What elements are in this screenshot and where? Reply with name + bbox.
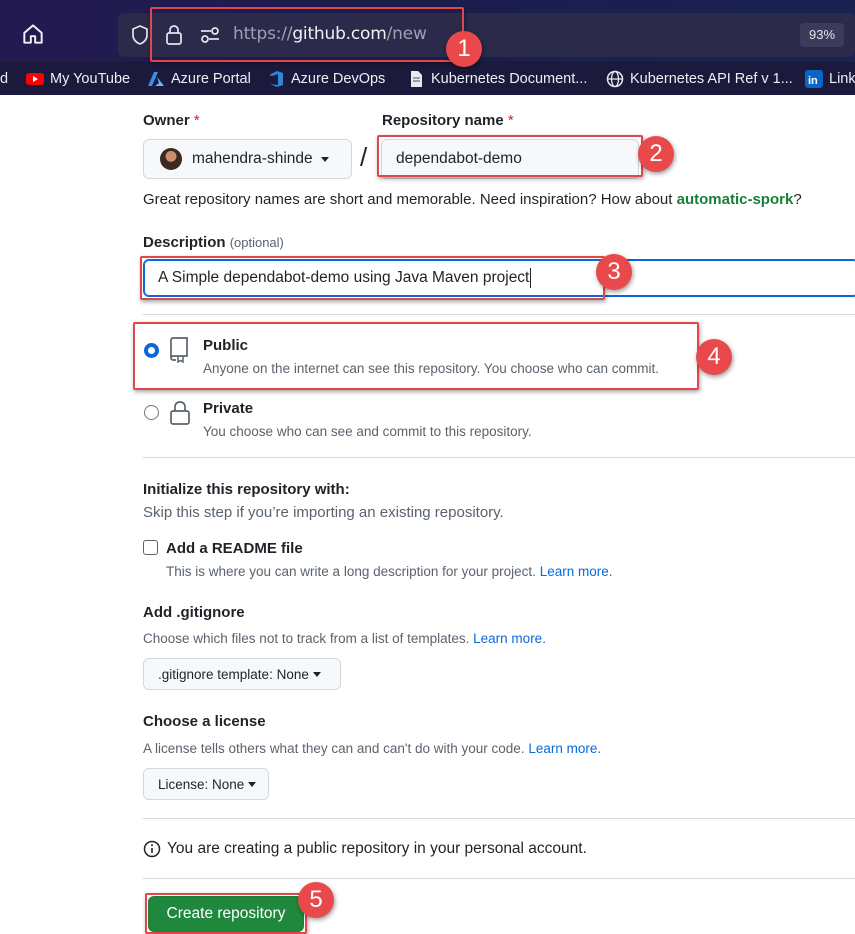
bookmark-label: Azure Portal (171, 71, 251, 87)
license-select[interactable]: License: None (143, 768, 269, 800)
zoom-level-badge[interactable]: 93% (800, 23, 844, 47)
caret-down-icon (312, 671, 321, 677)
annotation-highlight-description (140, 256, 605, 300)
gitignore-description: Choose which files not to track from a l… (143, 631, 546, 646)
repository-name-label-text: Repository name (382, 112, 504, 129)
bookmark-my-youtube[interactable]: My YouTube (26, 69, 130, 89)
bookmark-linkedin[interactable]: in Link (805, 69, 855, 89)
azure-icon (148, 72, 164, 86)
annotation-step-1: 1 (446, 31, 482, 67)
bookmark-label: Azure DevOps (291, 71, 386, 87)
bookmark-azure-portal[interactable]: Azure Portal (147, 69, 251, 89)
lock-icon (170, 401, 190, 425)
visibility-info-text: You are creating a public repository in … (167, 840, 587, 857)
required-mark: * (193, 112, 200, 129)
bookmark-kubernetes-docs[interactable]: Kubernetes Document... (407, 69, 587, 89)
divider (143, 818, 855, 819)
avatar (160, 148, 182, 170)
gitignore-learn-more-link[interactable]: Learn more. (473, 631, 546, 646)
caret-down-icon (320, 156, 329, 162)
repository-name-hint: Great repository names are short and mem… (143, 191, 802, 208)
bookmarks-bar: d My YouTube Azure Portal Azure DevOps K… (0, 62, 855, 95)
azure-devops-icon (269, 71, 283, 87)
private-description: You choose who can see and commit to thi… (203, 424, 532, 439)
readme-learn-more-link[interactable]: Learn more. (540, 564, 613, 579)
add-readme-label[interactable]: Add a README file (166, 540, 303, 557)
bookmark-azure-devops[interactable]: Azure DevOps (267, 69, 385, 89)
divider (143, 878, 855, 879)
annotation-highlight-create-button (145, 893, 307, 934)
bookmark-label: Link (829, 71, 855, 87)
bookmark-label: Kubernetes Document... (431, 71, 588, 87)
repository-name-label: Repository name * (382, 112, 514, 129)
gitignore-template-select[interactable]: .gitignore template: None (143, 658, 341, 690)
annotation-step-2: 2 (638, 136, 674, 172)
divider (143, 314, 855, 315)
visibility-info: You are creating a public repository in … (143, 840, 587, 858)
hint-end: ? (793, 191, 802, 208)
suggested-name-link[interactable]: automatic-spork (677, 191, 794, 208)
bookmark-label: My YouTube (50, 71, 131, 87)
owner-label-text: Owner (143, 112, 190, 129)
caret-down-icon (248, 781, 257, 787)
annotation-step-5: 5 (298, 882, 334, 918)
optional-label: (optional) (229, 235, 284, 250)
annotation-highlight-visibility (133, 322, 699, 390)
bookmark-partial[interactable]: d (0, 69, 8, 89)
annotation-step-4: 4 (696, 339, 732, 375)
divider (143, 457, 855, 458)
license-title: Choose a license (143, 713, 266, 730)
bookmark-kubernetes-api-ref[interactable]: Kubernetes API Ref v 1... (606, 69, 793, 89)
hint-text: Great repository names are short and mem… (143, 191, 677, 208)
license-description-text: A license tells others what they can and… (143, 741, 525, 756)
private-radio[interactable] (144, 405, 159, 420)
owner-name: mahendra-shinde (192, 150, 313, 167)
gitignore-description-text: Choose which files not to track from a l… (143, 631, 470, 646)
linkedin-icon: in (805, 70, 823, 88)
private-title: Private (203, 400, 254, 417)
youtube-icon (26, 73, 44, 85)
globe-icon (606, 70, 624, 88)
svg-text:in: in (808, 75, 818, 87)
add-readme-checkbox[interactable] (143, 540, 158, 555)
description-label-text: Description (143, 234, 226, 251)
license-learn-more-link[interactable]: Learn more. (528, 741, 601, 756)
readme-description-text: This is where you can write a long descr… (166, 564, 536, 579)
owner-dropdown[interactable]: mahendra-shinde (143, 139, 352, 179)
annotation-step-3: 3 (596, 254, 632, 290)
annotation-highlight-repo-name (377, 135, 643, 177)
annotation-highlight-url (150, 7, 464, 62)
bookmark-label: d (0, 71, 9, 87)
initialize-subtitle: Skip this step if you’re importing an ex… (143, 504, 504, 521)
home-icon[interactable] (20, 21, 46, 47)
document-icon (411, 71, 422, 87)
owner-repo-separator: / (360, 142, 368, 172)
initialize-title: Initialize this repository with: (143, 481, 350, 498)
bookmark-label: Kubernetes API Ref v 1... (630, 71, 793, 87)
description-label: Description (optional) (143, 234, 284, 251)
owner-label: Owner * (143, 112, 200, 129)
required-mark: * (507, 112, 514, 129)
info-icon (143, 840, 161, 858)
license-description: A license tells others what they can and… (143, 741, 601, 756)
license-select-value: License: None (158, 776, 245, 792)
gitignore-select-value: .gitignore template: None (158, 666, 309, 682)
readme-description: This is where you can write a long descr… (166, 564, 612, 579)
gitignore-title: Add .gitignore (143, 604, 245, 621)
shield-icon[interactable] (130, 24, 150, 46)
